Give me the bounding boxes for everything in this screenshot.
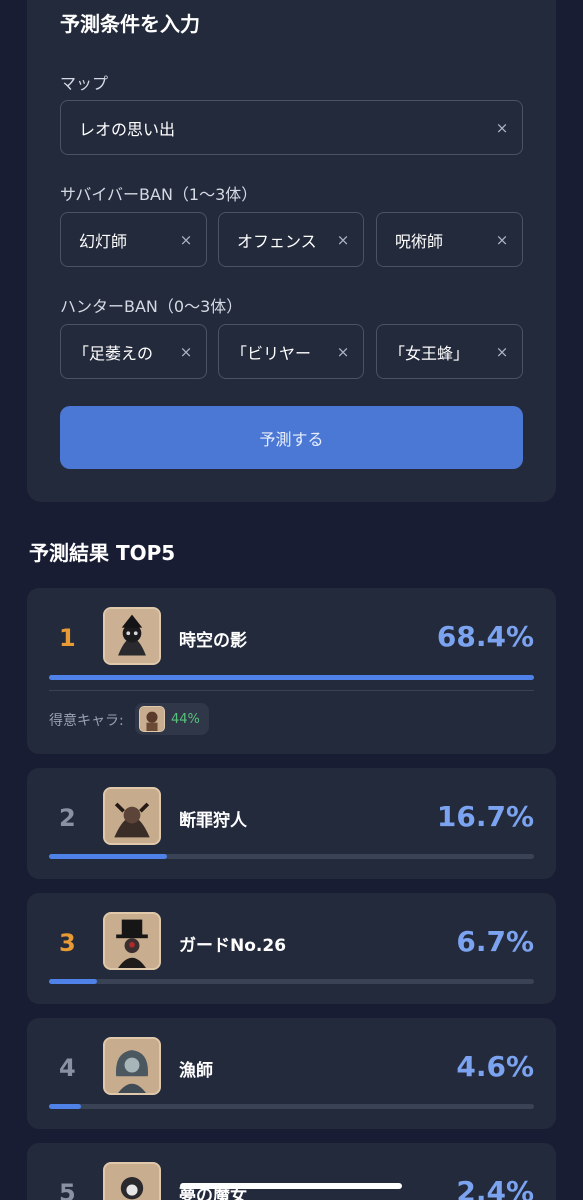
hooded-hunter-icon xyxy=(103,787,161,845)
clear-survivor-ban-icon[interactable]: × xyxy=(166,231,206,249)
survivor-ban-select-3[interactable]: 呪術師 × xyxy=(376,212,523,267)
probability-bar xyxy=(49,675,534,680)
win-percent: 68.4% xyxy=(436,620,534,653)
clear-hunter-ban-icon[interactable]: × xyxy=(482,343,522,361)
results-title: 予測結果 TOP5 xyxy=(29,541,176,565)
clear-hunter-ban-icon[interactable]: × xyxy=(323,343,363,361)
prediction-form: 予測条件を入力 マップ レオの思い出 × サバイバーBAN（1〜3体） 幻灯師 … xyxy=(27,0,556,502)
survivor-ban-value: 呪術師 xyxy=(395,231,444,251)
favorite-label: 得意キャラ: xyxy=(49,713,124,729)
survivor-ban-value: オフェンス xyxy=(237,231,317,251)
fisher-woman-icon xyxy=(103,1037,161,1095)
rank-number: 2 xyxy=(59,804,76,832)
form-title: 予測条件を入力 xyxy=(60,12,200,36)
probability-bar-fill xyxy=(49,854,168,859)
result-card-4[interactable]: 4 漁師 4.6% xyxy=(27,1018,556,1129)
probability-bar-fill xyxy=(49,979,97,984)
hunter-name: ガードNo.26 xyxy=(179,936,287,956)
probability-bar xyxy=(49,979,534,984)
masked-figure-icon xyxy=(103,607,161,665)
hunter-ban-select-3[interactable]: 「女王蜂」 × xyxy=(376,324,523,379)
probability-bar-fill xyxy=(49,1104,82,1109)
predict-button[interactable]: 予測する xyxy=(60,406,523,469)
divider xyxy=(49,690,534,691)
clear-survivor-ban-icon[interactable]: × xyxy=(482,231,522,249)
hunter-ban-label: ハンターBAN（0〜3体） xyxy=(60,297,243,316)
result-card-1[interactable]: 1 時空の影 68.4% 得意キャラ: 44% xyxy=(27,588,556,754)
survivor-ban-select-2[interactable]: オフェンス × xyxy=(218,212,364,267)
hunter-name: 漁師 xyxy=(179,1061,213,1081)
probability-bar xyxy=(49,1104,534,1109)
win-percent: 6.7% xyxy=(456,925,534,958)
map-value: レオの思い出 xyxy=(79,119,176,139)
hunter-ban-select-1[interactable]: 「足萎えの × xyxy=(60,324,207,379)
rank-number: 4 xyxy=(59,1054,76,1082)
rank-number: 5 xyxy=(59,1179,76,1200)
clear-hunter-ban-icon[interactable]: × xyxy=(166,343,206,361)
survivor-portrait-icon xyxy=(139,706,165,732)
hunter-ban-value: 「女王蜂」 xyxy=(389,343,470,363)
rank-number: 1 xyxy=(59,624,76,652)
rank-number: 3 xyxy=(59,929,76,957)
probability-bar xyxy=(49,854,534,859)
hunter-name: 時空の影 xyxy=(179,631,247,651)
hunter-name: 断罪狩人 xyxy=(179,811,247,831)
result-card-2[interactable]: 2 断罪狩人 16.7% xyxy=(27,768,556,879)
favorite-chip[interactable]: 44% xyxy=(135,703,209,735)
map-label: マップ xyxy=(60,74,109,93)
probability-bar-fill xyxy=(49,675,534,680)
favorite-percent: 44% xyxy=(171,711,200,727)
clear-survivor-ban-icon[interactable]: × xyxy=(323,231,363,249)
hunter-ban-select-2[interactable]: 「ビリヤー × xyxy=(218,324,364,379)
win-percent: 16.7% xyxy=(436,800,534,833)
map-select[interactable]: レオの思い出 × xyxy=(60,100,523,155)
survivor-ban-select-1[interactable]: 幻灯師 × xyxy=(60,212,207,267)
survivor-ban-label: サバイバーBAN（1〜3体） xyxy=(60,185,258,204)
hunter-ban-value: 「ビリヤー xyxy=(231,343,312,363)
top-hat-icon xyxy=(103,912,161,970)
clear-map-icon[interactable]: × xyxy=(482,119,522,137)
win-percent: 4.6% xyxy=(456,1050,534,1083)
survivor-ban-value: 幻灯師 xyxy=(79,231,128,251)
hunter-ban-value: 「足萎えの xyxy=(73,343,154,363)
dream-witch-icon xyxy=(103,1162,161,1200)
win-percent: 2.4% xyxy=(456,1175,534,1200)
home-indicator[interactable] xyxy=(180,1183,402,1189)
result-card-3[interactable]: 3 ガードNo.26 6.7% xyxy=(27,893,556,1004)
result-card-5[interactable]: 5 夢の魔女 2.4% xyxy=(27,1143,556,1200)
